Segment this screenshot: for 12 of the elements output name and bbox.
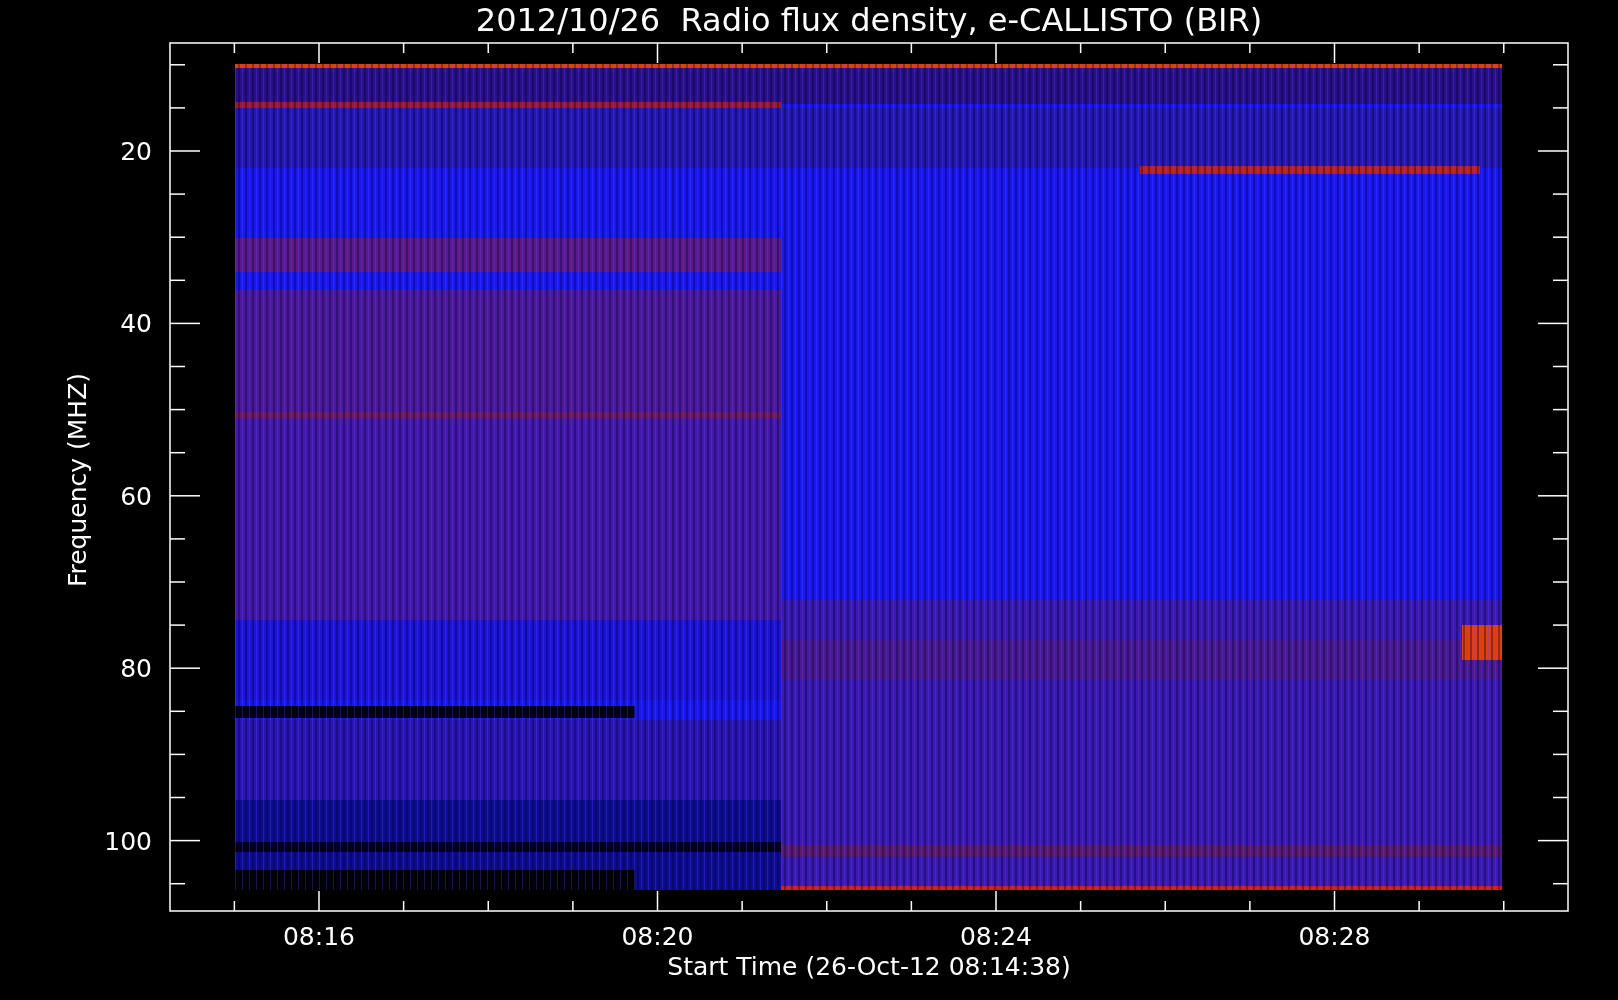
axis-tick-label: 40 <box>120 309 152 339</box>
axis-title: Start Time (26-Oct-12 08:14:38) <box>667 952 1071 981</box>
chart-title: 2012/10/26 Radio flux density, e-CALLISTO (BIR) <box>475 1 1263 39</box>
axis-tick-label: 08:24 <box>960 922 1032 951</box>
axis-title: Frequency (MHZ) <box>63 372 92 588</box>
axis-tick-label: 60 <box>120 481 152 511</box>
axis-tick-label: 80 <box>120 654 152 684</box>
axis-tick-label: 08:28 <box>1298 922 1371 951</box>
axis-tick-label: 100 <box>104 826 152 856</box>
axis-tick-label: 20 <box>120 137 152 166</box>
axis-tick-label: 08:20 <box>621 922 694 951</box>
axis-tick-label: 08:16 <box>283 922 355 951</box>
